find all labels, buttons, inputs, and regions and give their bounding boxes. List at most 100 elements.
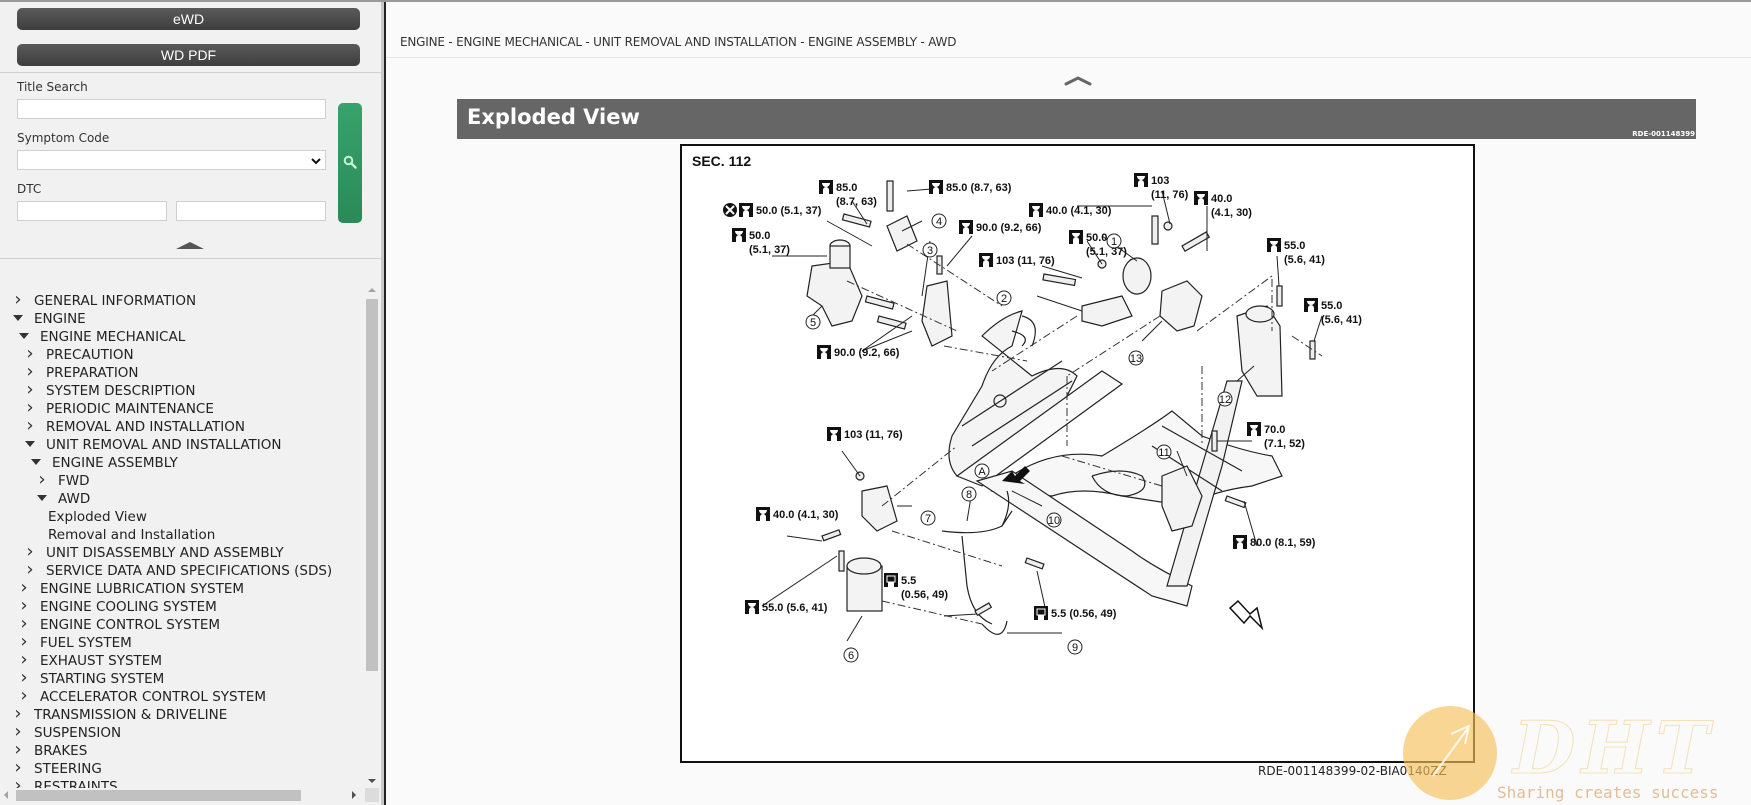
torque-label: 80.0 (8.1, 59) [1233, 535, 1316, 549]
collapse-search-icon[interactable] [175, 240, 205, 250]
torque-label: 5.5 (0.56, 49) [1034, 606, 1117, 620]
torque-label: 90.0 (9.2, 66) [959, 220, 1042, 234]
tree-item-label: REMOVAL AND INSTALLATION [46, 419, 245, 435]
svg-text:5.5 (0.56, 49): 5.5 (0.56, 49) [1051, 608, 1117, 620]
svg-text:90.0 (9.2, 66): 90.0 (9.2, 66) [976, 222, 1042, 234]
tree-item[interactable]: UNIT DISASSEMBLY AND ASSEMBLY [22, 544, 284, 562]
tree-item-label: ENGINE ASSEMBLY [52, 455, 178, 471]
tree-item-label: ACCELERATOR CONTROL SYSTEM [40, 689, 267, 705]
tree-item-label: SERVICE DATA AND SPECIFICATIONS (SDS) [46, 563, 333, 579]
tree-item[interactable]: FUEL SYSTEM [16, 634, 132, 652]
callout-13: 13 [1128, 350, 1144, 366]
tree-item[interactable]: PRECAUTION [22, 346, 134, 364]
chevron-right-icon[interactable] [22, 418, 38, 436]
subframe-drawing [948, 310, 1283, 607]
svg-text:(5.1, 37): (5.1, 37) [1086, 246, 1127, 258]
caret-down-icon[interactable] [22, 436, 38, 454]
tree-item[interactable]: BRAKES [10, 742, 87, 760]
tree-item[interactable]: FWD [34, 472, 90, 490]
ewd-button[interactable]: eWD [17, 8, 360, 30]
tree-item[interactable]: EXHAUST SYSTEM [16, 652, 162, 670]
wd-pdf-button[interactable]: WD PDF [17, 44, 360, 66]
svg-text:103 (11, 76): 103 (11, 76) [844, 429, 903, 441]
tree-item[interactable]: ENGINE [10, 310, 86, 328]
tree-item[interactable]: ACCELERATOR CONTROL SYSTEM [16, 688, 266, 706]
tree-item[interactable]: ENGINE COOLING SYSTEM [16, 598, 217, 616]
scrollbar-thumb[interactable] [366, 299, 378, 671]
caret-down-icon[interactable] [34, 490, 50, 508]
tree-horizontal-scrollbar[interactable] [0, 788, 365, 802]
tree-item[interactable]: SUSPENSION [10, 724, 121, 742]
chevron-right-icon[interactable] [10, 292, 26, 310]
scrollbar-thumb[interactable] [16, 790, 301, 801]
tree-vertical-scrollbar[interactable] [365, 283, 379, 788]
tree-item-label: STEERING [34, 761, 102, 777]
torque-label: 5.5 (0.56, 49) [884, 573, 948, 601]
scroll-up-arrow-icon[interactable] [368, 288, 376, 292]
tree-item[interactable]: Exploded View [48, 508, 147, 526]
svg-text:70.0: 70.0 [1264, 424, 1285, 436]
tree-item[interactable]: STEERING [10, 760, 102, 778]
torque-label: 85.0 (8.7, 63) [929, 180, 1012, 194]
svg-text:(5.6, 41): (5.6, 41) [1321, 314, 1362, 326]
tree-item[interactable]: SERVICE DATA AND SPECIFICATIONS (SDS) [22, 562, 332, 580]
tree-item-label: BRAKES [34, 743, 88, 759]
svg-text:2: 2 [1001, 293, 1007, 305]
svg-text:(8.7, 63): (8.7, 63) [836, 196, 877, 208]
tree-item[interactable]: REMOVAL AND INSTALLATION [22, 418, 245, 436]
title-search-label: Title Search [17, 80, 88, 94]
svg-text:85.0 (8.7, 63): 85.0 (8.7, 63) [946, 182, 1012, 194]
chevron-right-icon[interactable] [10, 778, 26, 788]
chevron-up-icon[interactable] [1063, 76, 1093, 86]
dtc-label: DTC [17, 182, 42, 196]
torque-label: 103 (11, 76) [1134, 173, 1189, 201]
callout-2: 2 [996, 290, 1012, 306]
svg-text:55.0 (5.6, 41): 55.0 (5.6, 41) [762, 602, 828, 614]
callout-4: 4 [931, 213, 947, 229]
callout-9: 9 [1067, 639, 1083, 655]
search-icon [343, 155, 357, 169]
tree-item[interactable]: RESTRAINTS [10, 778, 118, 788]
torque-label: 103 (11, 76) [827, 427, 903, 441]
tree-item-label: FUEL SYSTEM [40, 635, 132, 651]
callout-10: 10 [1046, 512, 1062, 528]
caret-down-icon[interactable] [10, 310, 26, 328]
tree-item[interactable]: ENGINE ASSEMBLY [28, 454, 178, 472]
scroll-left-arrow-icon[interactable] [4, 791, 8, 799]
tree-item[interactable]: TRANSMISSION & DRIVELINE [10, 706, 227, 724]
tree-item[interactable]: Removal and Installation [48, 526, 215, 544]
tree-item[interactable]: GENERAL INFORMATION [10, 292, 196, 310]
svg-text:90.0 (9.2, 66): 90.0 (9.2, 66) [834, 347, 900, 359]
tree-item[interactable]: SYSTEM DESCRIPTION [22, 382, 195, 400]
tree-item[interactable]: ENGINE CONTROL SYSTEM [16, 616, 220, 634]
scroll-right-arrow-icon[interactable] [352, 791, 356, 799]
tree-item[interactable]: ENGINE MECHANICAL [16, 328, 185, 346]
svg-text:55.0: 55.0 [1321, 300, 1342, 312]
front-direction-arrow-icon [1228, 599, 1264, 631]
tree-item[interactable]: PREPARATION [22, 364, 139, 382]
tree-item[interactable]: STARTING SYSTEM [16, 670, 164, 688]
tree-item[interactable]: PERIODIC MAINTENANCE [22, 400, 214, 418]
dtc-input-1[interactable] [17, 201, 167, 221]
tree-item[interactable]: AWD [34, 490, 90, 508]
svg-text:(4.1, 30): (4.1, 30) [1211, 207, 1252, 219]
tree-item-label: SYSTEM DESCRIPTION [46, 383, 196, 399]
tree-item[interactable]: ENGINE LUBRICATION SYSTEM [16, 580, 244, 598]
search-button[interactable] [338, 103, 362, 223]
callout-5: 5 [805, 314, 821, 330]
tree-item-label: Exploded View [48, 509, 147, 525]
title-search-input[interactable] [17, 99, 326, 119]
tree-item-label: UNIT REMOVAL AND INSTALLATION [46, 437, 282, 453]
scroll-down-arrow-icon[interactable] [368, 779, 376, 783]
tree-item[interactable]: UNIT REMOVAL AND INSTALLATION [22, 436, 281, 454]
symptom-code-select[interactable] [17, 150, 326, 170]
tree-item-label: PERIODIC MAINTENANCE [46, 401, 214, 417]
svg-text:13: 13 [1130, 353, 1142, 365]
chevron-right-icon[interactable] [34, 472, 50, 490]
dtc-input-2[interactable] [176, 201, 326, 221]
divider [386, 57, 1751, 58]
svg-text:5: 5 [810, 317, 816, 329]
svg-text:50.0: 50.0 [749, 230, 770, 242]
section-header: Exploded View RDE-001148399 [457, 99, 1696, 139]
svg-text:11: 11 [1158, 447, 1169, 459]
